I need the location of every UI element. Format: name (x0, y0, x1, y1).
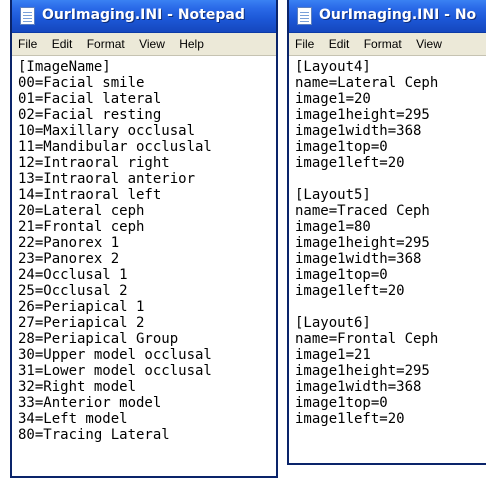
text-line: 14=Intraoral left (18, 187, 162, 203)
text-line: 27=Periapical 2 (18, 315, 145, 331)
text-line: image1left=20 (295, 411, 405, 427)
text-line: image1width=368 (295, 251, 422, 267)
text-line: 01=Facial lateral (18, 91, 162, 107)
window-title: OurImaging.INI - Notepad (42, 7, 245, 23)
text-line: image1left=20 (295, 283, 405, 299)
text-line (295, 299, 486, 315)
menu-file[interactable]: File (295, 33, 314, 55)
notepad-window-left: OurImaging.INI - Notepad File Edit Forma… (10, 0, 278, 478)
menu-format[interactable]: Format (364, 33, 402, 55)
text-line: 02=Facial resting (18, 107, 162, 123)
text-line: [ImageName] (18, 59, 111, 75)
text-line: [Layout4] (295, 59, 371, 75)
text-line: 32=Right model (18, 379, 137, 395)
menu-edit[interactable]: Edit (329, 33, 350, 55)
window-title: OurImaging.INI - No (319, 7, 477, 23)
text-line: image1left=20 (295, 155, 405, 171)
menu-edit[interactable]: Edit (52, 33, 73, 55)
menu-bar: File Edit Format View Help (12, 33, 276, 56)
text-line: image1=20 (295, 91, 371, 107)
text-line: image1width=368 (295, 123, 422, 139)
text-line: 20=Lateral ceph (18, 203, 145, 219)
text-editor-area[interactable]: [ImageName] 00=Facial smile 01=Facial late… (12, 56, 276, 443)
text-line: 25=Occlusal 2 (18, 283, 128, 299)
text-line: 21=Frontal ceph (18, 219, 145, 235)
text-line: [Layout5] (295, 187, 371, 203)
text-line: 34=Left model (18, 411, 128, 427)
notepad-icon (297, 7, 312, 25)
text-line: 33=Anterior model (18, 395, 162, 411)
text-line: 80=Tracing Lateral (18, 427, 170, 443)
text-line: [Layout6] (295, 315, 371, 331)
text-line: 10=Maxillary occlusal (18, 123, 196, 139)
menu-file[interactable]: File (18, 33, 37, 55)
text-line: 24=Occlusal 1 (18, 267, 128, 283)
text-line: image1top=0 (295, 395, 388, 411)
text-editor-area[interactable]: [Layout4] name=Lateral Ceph image1=20 image… (289, 56, 486, 427)
menu-view[interactable]: View (416, 33, 442, 55)
text-line: 28=Periapical Group (18, 331, 179, 347)
notepad-icon (20, 7, 35, 25)
text-line: image1height=295 (295, 363, 430, 379)
text-line: 30=Upper model occlusal (18, 347, 212, 363)
title-bar[interactable]: OurImaging.INI - No (289, 0, 486, 33)
text-line: 31=Lower model occlusal (18, 363, 212, 379)
text-line (295, 171, 486, 187)
text-line: image1width=368 (295, 379, 422, 395)
text-line: 13=Intraoral anterior (18, 171, 196, 187)
text-line: 26=Periapical 1 (18, 299, 145, 315)
text-line: image1top=0 (295, 267, 388, 283)
text-line: name=Frontal Ceph (295, 331, 439, 347)
text-line: image1top=0 (295, 139, 388, 155)
menu-bar: File Edit Format View (289, 33, 486, 56)
text-line: name=Traced Ceph (295, 203, 430, 219)
text-line: name=Lateral Ceph (295, 75, 439, 91)
text-line: image1=80 (295, 219, 371, 235)
menu-format[interactable]: Format (87, 33, 125, 55)
title-bar[interactable]: OurImaging.INI - Notepad (12, 0, 276, 33)
text-line: image1height=295 (295, 107, 430, 123)
notepad-window-right: OurImaging.INI - No File Edit Format Vie… (287, 0, 486, 465)
text-line: 12=Intraoral right (18, 155, 170, 171)
text-line: 00=Facial smile (18, 75, 145, 91)
text-line: 11=Mandibular occluslal (18, 139, 212, 155)
text-line: image1=21 (295, 347, 371, 363)
text-line: 22=Panorex 1 (18, 235, 120, 251)
text-line: image1height=295 (295, 235, 430, 251)
menu-help[interactable]: Help (179, 33, 204, 55)
text-line: 23=Panorex 2 (18, 251, 120, 267)
menu-view[interactable]: View (139, 33, 165, 55)
